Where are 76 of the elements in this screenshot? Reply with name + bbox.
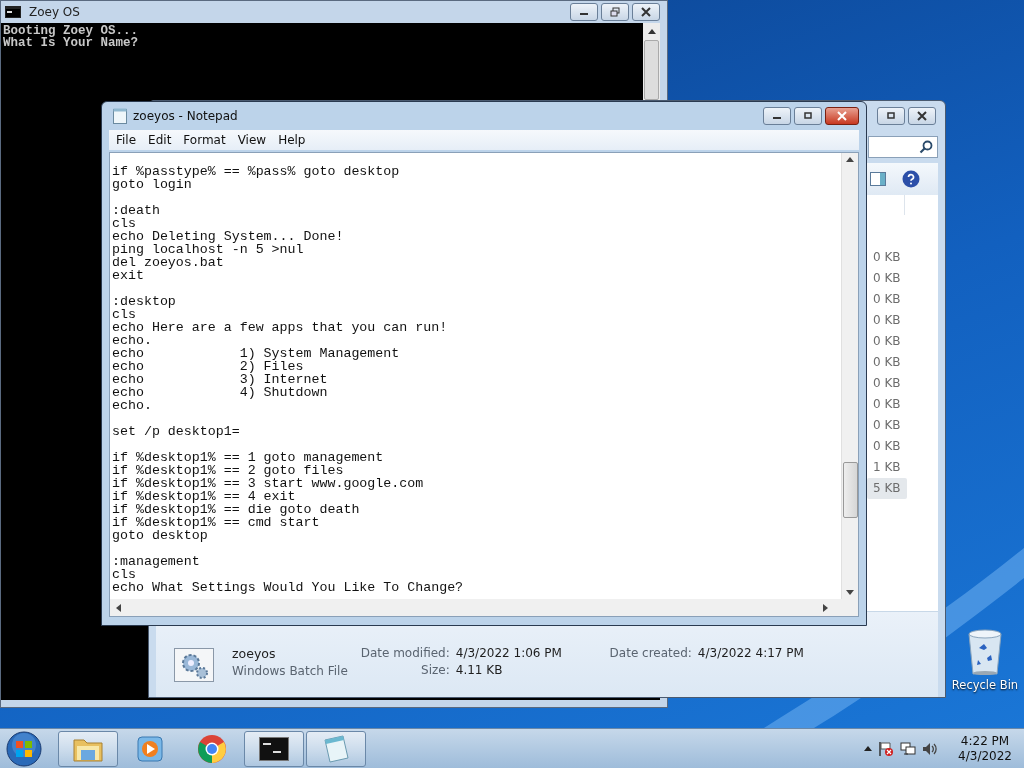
scroll-up-icon	[647, 29, 656, 34]
clock-time: 4:22 PM	[960, 733, 1010, 749]
gear-file-icon	[174, 648, 214, 682]
window-title: zoeyos - Notepad	[133, 109, 238, 123]
clock-date: 4/3/2022	[958, 748, 1012, 764]
menu-item[interactable]: View	[231, 133, 273, 147]
help-icon	[902, 170, 920, 188]
file-size-cell[interactable]: 5 KB	[867, 478, 907, 499]
console-icon	[5, 6, 21, 18]
show-hidden-icon[interactable]	[864, 746, 873, 751]
detail-label: Date created:	[608, 646, 692, 660]
maximize-button[interactable]	[877, 107, 905, 125]
clock[interactable]: 4:22 PM 4/3/2022	[958, 733, 1012, 764]
close-icon	[917, 111, 927, 121]
taskbar-button[interactable]	[244, 730, 304, 767]
console-line: What Is Your Name?	[3, 37, 140, 49]
console-line: Booting Zoey OS...	[3, 25, 140, 37]
file-name: zoeyos	[232, 646, 277, 661]
scroll-left-icon	[116, 603, 121, 612]
file-size-cell[interactable]: 0 KB	[867, 331, 907, 352]
desktop-icon[interactable]: Recycle Bin	[952, 628, 1018, 692]
file-size-cell[interactable]: 0 KB	[867, 247, 907, 268]
detail-label: Date modified:	[359, 646, 450, 660]
scroll-thumb[interactable]	[644, 40, 659, 100]
trash-bin-icon	[967, 628, 1003, 676]
close-button[interactable]	[825, 107, 859, 125]
close-button[interactable]	[632, 3, 660, 21]
detail-value: 4.11 KB	[455, 663, 503, 677]
notepad-icon	[113, 108, 127, 124]
search-field[interactable]	[868, 136, 938, 158]
detail-label: Size:	[420, 663, 450, 677]
file-size-cell[interactable]: 0 KB	[867, 436, 907, 457]
start-button[interactable]	[4, 729, 44, 768]
browser-icon	[197, 733, 227, 764]
icon-label: Recycle Bin	[951, 678, 1019, 692]
flag-icon[interactable]	[878, 740, 895, 757]
vertical-scrollbar[interactable]	[841, 153, 858, 599]
menu-item[interactable]: Help	[272, 133, 312, 147]
minimize-button[interactable]	[570, 3, 598, 21]
preview-pane-button[interactable]	[870, 172, 886, 186]
scroll-right-icon	[823, 603, 828, 612]
close-button[interactable]	[908, 107, 936, 125]
window-title: Zoey OS	[29, 5, 80, 19]
close-icon	[641, 7, 651, 17]
restore-icon	[610, 7, 620, 17]
network-icon[interactable]	[900, 740, 917, 757]
minimize-button[interactable]	[763, 107, 791, 125]
maximize-button[interactable]	[794, 107, 822, 125]
notepad-icon	[321, 733, 351, 764]
detail-value: 4/3/2022 1:06 PM	[455, 646, 562, 660]
detail-value: 4/3/2022 4:17 PM	[697, 646, 804, 660]
file-size-cell[interactable]: 0 KB	[867, 352, 907, 373]
play-icon	[137, 735, 163, 762]
scrollbar[interactable]	[643, 23, 660, 101]
file-size-cell[interactable]: 0 KB	[867, 373, 907, 394]
close-icon	[837, 111, 847, 121]
file-size-cell[interactable]: 0 KB	[867, 394, 907, 415]
console-icon	[259, 736, 289, 761]
menu-item[interactable]: File	[110, 133, 143, 147]
help-button[interactable]	[902, 170, 920, 188]
search-icon	[919, 140, 933, 154]
restore-button[interactable]	[601, 3, 629, 21]
pane-icon	[870, 172, 886, 186]
file-size-cell[interactable]: 1 KB	[867, 457, 907, 478]
horizontal-scrollbar[interactable]	[110, 599, 858, 616]
file-size-cell[interactable]: 0 KB	[867, 415, 907, 436]
file-size-cell[interactable]: 0 KB	[867, 268, 907, 289]
menu-item[interactable]: Edit	[142, 133, 178, 147]
menu-item[interactable]: Format	[177, 133, 232, 147]
file-size-cell[interactable]: 0 KB	[867, 289, 907, 310]
maximize-icon	[886, 111, 896, 121]
file-size-cell[interactable]: 0 KB	[867, 310, 907, 331]
scroll-thumb[interactable]	[842, 462, 858, 518]
scroll-down-icon	[846, 590, 854, 595]
file-type: Windows Batch File	[232, 664, 348, 678]
maximize-icon	[803, 111, 813, 121]
